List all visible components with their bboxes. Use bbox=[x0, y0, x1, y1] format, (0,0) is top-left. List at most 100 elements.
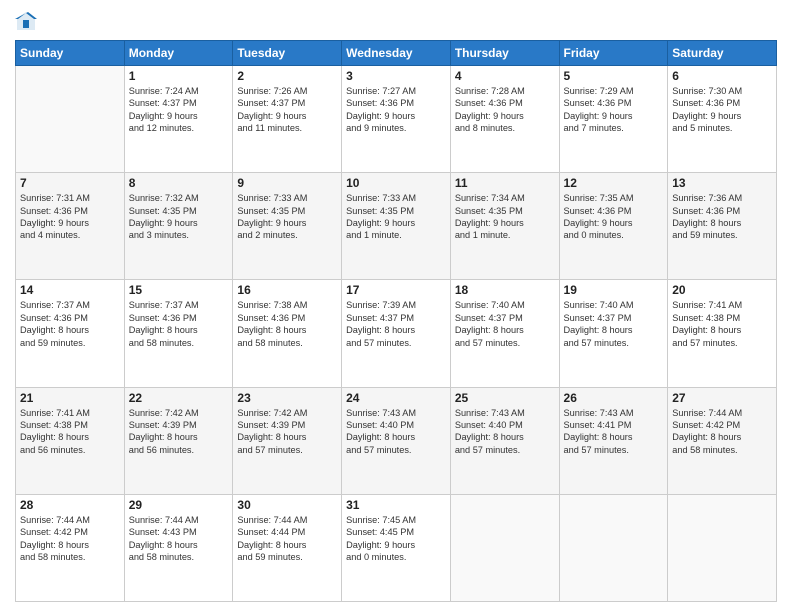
day-number: 13 bbox=[672, 176, 772, 190]
cell-info-line: Sunrise: 7:38 AM bbox=[237, 299, 337, 311]
cell-info-line: and 3 minutes. bbox=[129, 229, 229, 241]
cell-info-line: Daylight: 8 hours bbox=[455, 324, 555, 336]
cell-info-line: Sunset: 4:37 PM bbox=[564, 312, 664, 324]
calendar-cell: 28Sunrise: 7:44 AMSunset: 4:42 PMDayligh… bbox=[16, 494, 125, 601]
day-number: 26 bbox=[564, 391, 664, 405]
cell-info-line: Sunrise: 7:42 AM bbox=[129, 407, 229, 419]
calendar-cell: 15Sunrise: 7:37 AMSunset: 4:36 PMDayligh… bbox=[124, 280, 233, 387]
cell-info-line: Daylight: 8 hours bbox=[20, 431, 120, 443]
calendar-cell: 16Sunrise: 7:38 AMSunset: 4:36 PMDayligh… bbox=[233, 280, 342, 387]
page: SundayMondayTuesdayWednesdayThursdayFrid… bbox=[0, 0, 792, 612]
cell-info-line: Sunrise: 7:35 AM bbox=[564, 192, 664, 204]
day-number: 1 bbox=[129, 69, 229, 83]
cell-info-line: Daylight: 9 hours bbox=[129, 217, 229, 229]
calendar-cell: 31Sunrise: 7:45 AMSunset: 4:45 PMDayligh… bbox=[342, 494, 451, 601]
calendar-week-3: 14 Sunrise: 7:37 AMSunset: 4:36 PM Dayligh… bbox=[16, 280, 777, 387]
cell-info-line: Sunset: 4:45 PM bbox=[346, 526, 446, 538]
calendar-cell: 1Sunrise: 7:24 AMSunset: 4:37 PMDaylight… bbox=[124, 66, 233, 173]
cell-info-line: and 4 minutes. bbox=[20, 229, 120, 241]
cell-info-line: Sunrise: 7:37 AM bbox=[20, 299, 120, 311]
cell-info-line: Sunset: 4:36 PM bbox=[455, 97, 555, 109]
cell-info-line: and 1 minute. bbox=[346, 229, 446, 241]
cell-info-line: and 0 minutes. bbox=[564, 229, 664, 241]
calendar-cell bbox=[450, 494, 559, 601]
day-number: 17 bbox=[346, 283, 446, 297]
calendar-week-1: 1Sunrise: 7:24 AMSunset: 4:37 PMDaylight… bbox=[16, 66, 777, 173]
day-number: 22 bbox=[129, 391, 229, 405]
day-number: 12 bbox=[564, 176, 664, 190]
calendar-cell: 18Sunrise: 7:40 AMSunset: 4:37 PMDayligh… bbox=[450, 280, 559, 387]
day-number: 9 bbox=[237, 176, 337, 190]
cell-info-line: and 57 minutes. bbox=[346, 444, 446, 456]
cell-info-line: Daylight: 8 hours bbox=[129, 539, 229, 551]
day-number: 21 bbox=[20, 391, 120, 405]
cell-info-line: Sunset: 4:36 PM bbox=[20, 205, 120, 217]
calendar-cell: 11Sunrise: 7:34 AMSunset: 4:35 PMDayligh… bbox=[450, 173, 559, 280]
day-number: 8 bbox=[129, 176, 229, 190]
cell-info-line: Sunset: 4:38 PM bbox=[672, 312, 772, 324]
cell-info-line: and 8 minutes. bbox=[455, 122, 555, 134]
calendar-header-friday: Friday bbox=[559, 41, 668, 66]
day-number: 11 bbox=[455, 176, 555, 190]
day-number: 25 bbox=[455, 391, 555, 405]
calendar-cell bbox=[16, 66, 125, 173]
cell-info-line: Sunset: 4:36 PM bbox=[20, 312, 120, 324]
cell-info-line: Sunset: 4:37 PM bbox=[346, 312, 446, 324]
day-number: 14 bbox=[20, 283, 120, 297]
cell-info-line: Sunrise: 7:44 AM bbox=[672, 407, 772, 419]
cell-info-line: Sunrise: 7:26 AM bbox=[237, 85, 337, 97]
cell-info-line: Sunset: 4:35 PM bbox=[129, 205, 229, 217]
cell-info-line: Daylight: 9 hours bbox=[564, 110, 664, 122]
cell-info-line: Sunset: 4:42 PM bbox=[672, 419, 772, 431]
cell-info-line: Sunset: 4:35 PM bbox=[237, 205, 337, 217]
calendar-cell: 6Sunrise: 7:30 AMSunset: 4:36 PMDaylight… bbox=[668, 66, 777, 173]
cell-info-line: Sunrise: 7:41 AM bbox=[20, 407, 120, 419]
cell-info-line: Daylight: 8 hours bbox=[564, 324, 664, 336]
cell-info-line: Sunrise: 7:32 AM bbox=[129, 192, 229, 204]
calendar-header-sunday: Sunday bbox=[16, 41, 125, 66]
cell-info-line: Daylight: 9 hours bbox=[346, 217, 446, 229]
cell-info-line: and 12 minutes. bbox=[129, 122, 229, 134]
cell-info-line: Sunset: 4:35 PM bbox=[455, 205, 555, 217]
day-number: 27 bbox=[672, 391, 772, 405]
cell-info-line: Sunset: 4:41 PM bbox=[564, 419, 664, 431]
header bbox=[15, 10, 777, 32]
cell-info-line: Daylight: 9 hours bbox=[237, 217, 337, 229]
cell-info-line: and 0 minutes. bbox=[346, 551, 446, 563]
cell-info-line: and 58 minutes. bbox=[237, 337, 337, 349]
cell-info-line: Daylight: 8 hours bbox=[237, 431, 337, 443]
cell-info-line: Sunrise: 7:33 AM bbox=[237, 192, 337, 204]
day-number: 10 bbox=[346, 176, 446, 190]
cell-info-line: Sunrise: 7:30 AM bbox=[672, 85, 772, 97]
cell-info-line: Sunset: 4:40 PM bbox=[346, 419, 446, 431]
cell-info-line: Sunset: 4:40 PM bbox=[455, 419, 555, 431]
cell-info-line: Daylight: 8 hours bbox=[129, 324, 229, 336]
cell-info-line: Sunset: 4:36 PM bbox=[672, 97, 772, 109]
cell-info-line: Sunset: 4:42 PM bbox=[20, 526, 120, 538]
cell-info-line: Daylight: 8 hours bbox=[672, 324, 772, 336]
cell-info-line: Daylight: 8 hours bbox=[346, 431, 446, 443]
cell-info-line: Sunrise: 7:44 AM bbox=[20, 514, 120, 526]
calendar-cell: 25 Sunrise: 7:43 AMSunset: 4:40 PMDayligh… bbox=[450, 387, 559, 494]
calendar-cell: 21Sunrise: 7:41 AMSunset: 4:38 PMDayligh… bbox=[16, 387, 125, 494]
calendar-header-thursday: Thursday bbox=[450, 41, 559, 66]
day-number: 20 bbox=[672, 283, 772, 297]
cell-info-line: Daylight: 8 hours bbox=[455, 431, 555, 443]
cell-info-line: Daylight: 8 hours bbox=[237, 324, 337, 336]
day-number: 23 bbox=[237, 391, 337, 405]
day-number: 7 bbox=[20, 176, 120, 190]
cell-info-line: Sunset: 4:44 PM bbox=[237, 526, 337, 538]
cell-info-line: and 57 minutes. bbox=[455, 444, 555, 456]
cell-info-line: Sunrise: 7:43 AM bbox=[455, 407, 555, 419]
calendar-table: SundayMondayTuesdayWednesdayThursdayFrid… bbox=[15, 40, 777, 602]
day-number: 5 bbox=[564, 69, 664, 83]
cell-info-line: Sunrise: 7:40 AM bbox=[455, 299, 555, 311]
cell-info-line: Sunset: 4:39 PM bbox=[129, 419, 229, 431]
cell-info-line: Sunrise: 7:42 AM bbox=[237, 407, 337, 419]
cell-info-line: Daylight: 9 hours bbox=[455, 217, 555, 229]
calendar-header-monday: Monday bbox=[124, 41, 233, 66]
cell-info-line: Daylight: 8 hours bbox=[672, 217, 772, 229]
calendar-cell: 17Sunrise: 7:39 AMSunset: 4:37 PMDayligh… bbox=[342, 280, 451, 387]
cell-info-line: Sunrise: 7:44 AM bbox=[237, 514, 337, 526]
cell-info-line: Sunset: 4:37 PM bbox=[455, 312, 555, 324]
